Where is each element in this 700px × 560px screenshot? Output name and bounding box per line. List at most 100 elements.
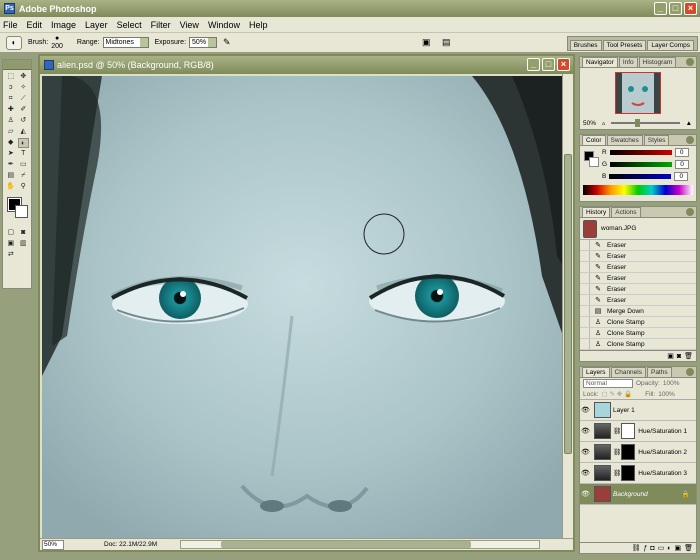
zoom-in-icon[interactable]: ▲ <box>686 120 692 127</box>
brush-tool-icon[interactable]: ✐ <box>18 105 30 115</box>
palette-well-icon[interactable]: ▤ <box>442 37 451 48</box>
doc-size-info[interactable]: Doc: 22.1M/22.9M <box>104 541 157 548</box>
lock-icons[interactable]: ▢ ✎ ✥ 🔒 <box>602 390 633 398</box>
layer-style-icon[interactable]: ƒ <box>643 545 647 552</box>
tab-info[interactable]: Info <box>618 57 638 67</box>
history-item[interactable]: ▤ Merge Down <box>580 306 696 317</box>
healing-brush-tool-icon[interactable]: ✚ <box>5 105 17 115</box>
history-item[interactable]: ✎ Eraser <box>580 295 696 306</box>
pen-tool-icon[interactable]: ✒ <box>5 160 17 170</box>
doc-minimize-button[interactable]: _ <box>527 58 540 71</box>
tab-color[interactable]: Color <box>582 135 606 145</box>
close-button[interactable]: × <box>684 2 697 15</box>
tab-styles[interactable]: Styles <box>643 135 670 145</box>
slice-tool-icon[interactable]: ⟋ <box>18 94 30 104</box>
document-title-bar[interactable]: alien.psd @ 50% (Background, RGB/8) _ □ … <box>40 56 573 74</box>
doc-maximize-button[interactable]: □ <box>542 58 555 71</box>
file-browser-icon[interactable]: ▣ <box>422 37 431 48</box>
horizontal-scrollbar[interactable] <box>180 540 540 549</box>
blend-mode-dropdown[interactable]: Normal <box>583 379 633 388</box>
color-menu-icon[interactable] <box>686 136 694 144</box>
tab-actions[interactable]: Actions <box>611 207 641 217</box>
history-brush-tool-icon[interactable]: ↺ <box>18 116 30 126</box>
channel-g-value[interactable]: 0 <box>675 159 690 169</box>
history-item[interactable]: ♙ Clone Stamp <box>580 328 696 339</box>
layer-row[interactable]: 👁 ⛓ Hue/Saturation 1 <box>580 421 696 442</box>
eye-icon[interactable]: 👁 <box>580 406 591 414</box>
lasso-tool-icon[interactable]: ↄ <box>5 83 17 93</box>
tab-histogram[interactable]: Histogram <box>638 57 677 67</box>
menu-select[interactable]: Select <box>117 20 142 30</box>
opacity-value[interactable]: 100% <box>663 380 680 387</box>
hand-tool-icon[interactable]: ✋ <box>5 182 17 192</box>
menu-image[interactable]: Image <box>51 20 76 30</box>
history-item[interactable]: ✎ Eraser <box>580 284 696 295</box>
eye-icon[interactable]: 👁 <box>580 490 591 498</box>
paint-bucket-tool-icon[interactable]: ◭ <box>18 127 30 137</box>
channel-r-value[interactable]: 0 <box>674 147 689 157</box>
well-tab-layer-comps[interactable]: Layer Comps <box>647 40 694 50</box>
navigator-zoom-value[interactable]: 50% <box>583 120 596 127</box>
history-item[interactable]: ♙ Clone Stamp <box>580 339 696 350</box>
channel-b-slider[interactable] <box>609 173 672 179</box>
jump-to-imageready-icon[interactable]: ⇄ <box>5 250 17 260</box>
well-tab-brushes[interactable]: Brushes <box>569 40 602 50</box>
airbrush-icon[interactable]: ✎ <box>223 37 231 48</box>
path-selection-tool-icon[interactable]: ➤ <box>5 149 17 159</box>
history-menu-icon[interactable] <box>686 208 694 216</box>
quick-mask-mode-icon[interactable]: ◙ <box>18 228 30 238</box>
layer-row-selected[interactable]: 👁 Background 🔒 <box>580 484 696 505</box>
eraser-tool-icon[interactable]: ▱ <box>5 127 17 137</box>
type-tool-icon[interactable]: T <box>18 149 30 159</box>
menu-help[interactable]: Help <box>249 20 268 30</box>
tab-layers[interactable]: Layers <box>582 367 610 377</box>
well-tab-tool-presets[interactable]: Tool Presets <box>602 40 647 50</box>
delete-layer-icon[interactable]: 🗑 <box>684 544 693 552</box>
background-color-swatch[interactable] <box>15 205 28 218</box>
menu-layer[interactable]: Layer <box>85 20 108 30</box>
move-tool-icon[interactable]: ✥ <box>18 72 30 82</box>
layer-row[interactable]: 👁 ⛓ Hue/Saturation 2 <box>580 442 696 463</box>
toolbox-grip[interactable] <box>3 60 31 70</box>
new-layer-icon[interactable]: ▣ <box>674 544 681 552</box>
navigator-zoom-slider[interactable] <box>611 119 680 127</box>
maximize-button[interactable]: □ <box>669 2 682 15</box>
zoom-out-icon[interactable]: ▵ <box>602 119 605 127</box>
tab-navigator[interactable]: Navigator <box>582 57 618 67</box>
channel-b-value[interactable]: 0 <box>674 171 689 181</box>
link-layers-icon[interactable]: ⛓ <box>632 544 641 552</box>
dodge-tool-icon[interactable]: ◐ <box>17 138 29 148</box>
history-item[interactable]: ✎ Eraser <box>580 240 696 251</box>
minimize-button[interactable]: _ <box>654 2 667 15</box>
brush-picker[interactable]: ● 200 <box>51 35 63 51</box>
dodge-tool-preset-icon[interactable]: ◐ <box>6 35 22 50</box>
channel-r-slider[interactable] <box>609 149 672 155</box>
exposure-input[interactable]: 50% <box>189 37 218 48</box>
history-item[interactable]: ✎ Eraser <box>580 262 696 273</box>
crop-tool-icon[interactable]: ⌗ <box>5 94 17 104</box>
vertical-scroll-thumb[interactable] <box>564 154 572 454</box>
marquee-tool-icon[interactable]: ⬚ <box>5 72 17 82</box>
eye-icon[interactable]: 👁 <box>580 427 591 435</box>
layer-row[interactable]: 👁 ⛓ Hue/Saturation 3 <box>580 463 696 484</box>
notes-tool-icon[interactable]: ▤ <box>5 171 17 181</box>
zoom-tool-icon[interactable]: ⚲ <box>18 182 30 192</box>
navigator-thumbnail[interactable] <box>615 72 661 114</box>
shape-tool-icon[interactable]: ▭ <box>18 160 30 170</box>
clone-stamp-tool-icon[interactable]: ♙ <box>5 116 17 126</box>
history-item[interactable]: ✎ Eraser <box>580 251 696 262</box>
tab-history[interactable]: History <box>582 207 611 217</box>
new-document-icon[interactable]: ▣ <box>667 352 674 360</box>
fill-value[interactable]: 100% <box>658 391 675 398</box>
eye-icon[interactable]: 👁 <box>580 469 591 477</box>
new-adjustment-layer-icon[interactable]: ◐ <box>667 545 671 552</box>
blur-tool-icon[interactable]: ◆ <box>5 138 17 148</box>
eyedropper-tool-icon[interactable]: ⌿ <box>18 171 30 181</box>
tab-swatches[interactable]: Swatches <box>606 135 643 145</box>
menu-edit[interactable]: Edit <box>27 20 43 30</box>
doc-close-button[interactable]: × <box>557 58 570 71</box>
layers-menu-icon[interactable] <box>686 368 694 376</box>
tab-channels[interactable]: Channels <box>610 367 646 377</box>
zoom-slider-knob[interactable] <box>635 119 641 127</box>
magic-wand-tool-icon[interactable]: ✧ <box>18 83 30 93</box>
